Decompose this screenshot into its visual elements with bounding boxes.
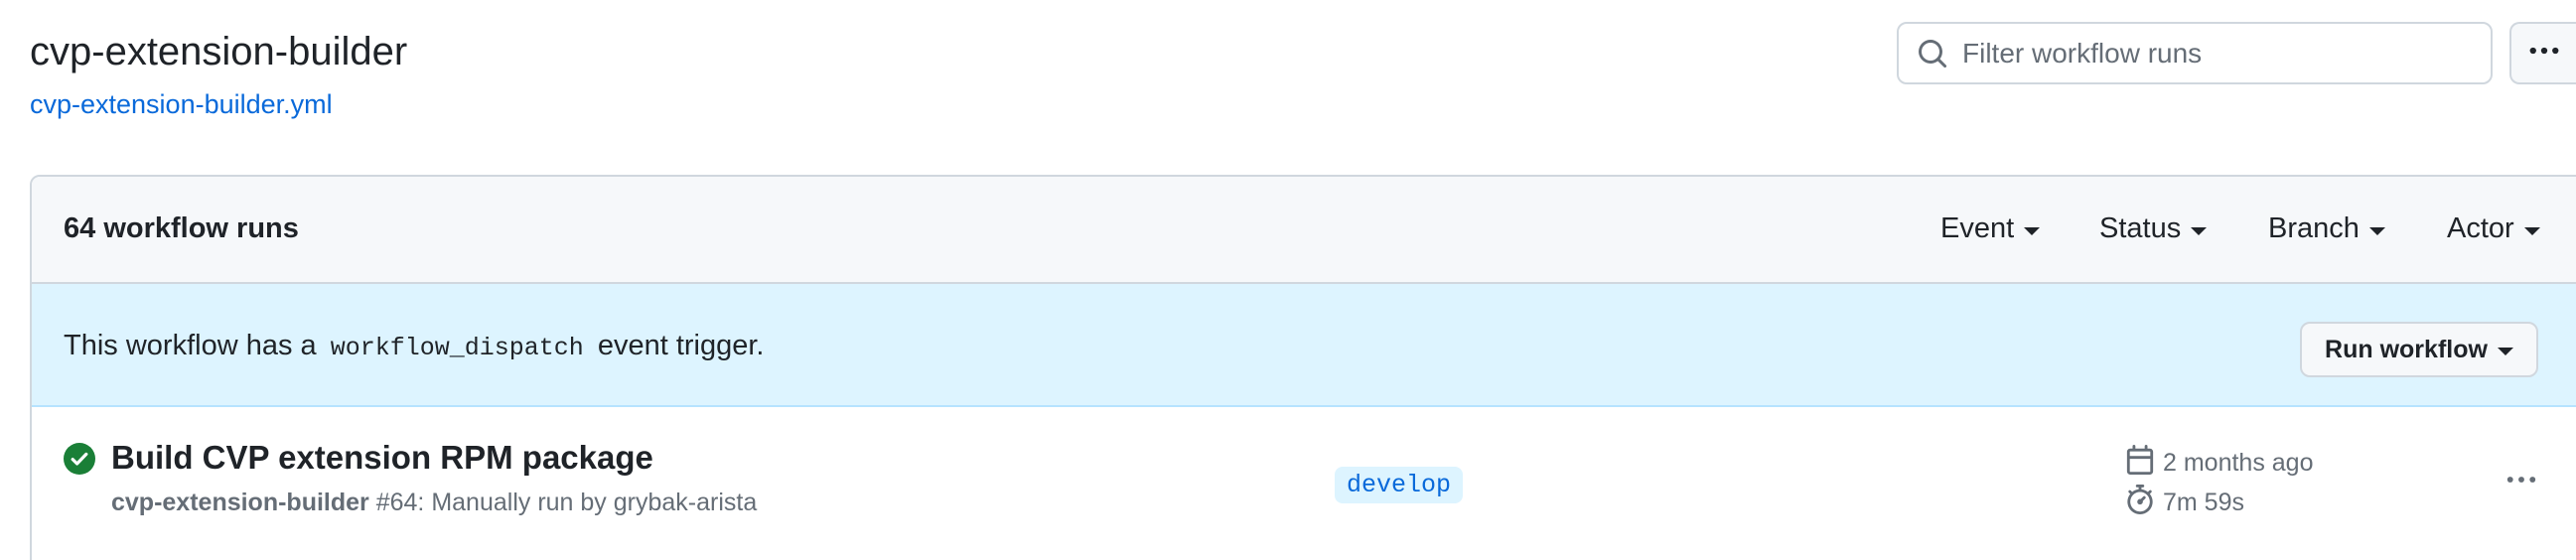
run-more-button[interactable] — [2497, 457, 2546, 506]
triangle-down-icon — [2191, 226, 2208, 235]
event-filter-button[interactable]: Event — [1940, 212, 2041, 245]
workflow-title: cvp-extension-builder — [30, 30, 408, 73]
triangle-down-icon — [2024, 226, 2041, 235]
filter-runs-input[interactable] — [1962, 37, 2479, 70]
workflow-header: cvp-extension-builder cvp-extension-buil… — [0, 0, 2576, 169]
run-title-link[interactable]: Build CVP extension RPM package — [111, 439, 653, 477]
banner-event-code: workflow_dispatch — [330, 334, 584, 362]
workflow-runs-box: 64 workflow runs Event Status Branch Act… — [30, 175, 2576, 560]
workflow-run-row[interactable]: Build CVP extension RPM package cvp-exte… — [32, 407, 2576, 556]
branch-badge[interactable]: develop — [1335, 467, 1464, 503]
triangle-down-icon — [2368, 226, 2385, 235]
banner-text-after: event trigger. — [597, 330, 765, 361]
status-filter-button[interactable]: Status — [2099, 212, 2208, 245]
search-icon — [1913, 34, 1952, 73]
kebab-horizontal-icon — [2504, 462, 2539, 502]
run-meta: cvp-extension-builder #64: Manually run … — [111, 489, 757, 517]
status-filter-label: Status — [2099, 212, 2182, 244]
run-info: #64: Manually run by grybak-arista — [375, 489, 758, 516]
workflow-file-link[interactable]: cvp-extension-builder.yml — [30, 89, 333, 120]
run-workflow-name: cvp-extension-builder — [111, 489, 369, 516]
check-circle-fill-icon — [64, 443, 95, 475]
run-date: 2 months ago — [2125, 445, 2314, 482]
stopwatch-icon — [2125, 485, 2163, 521]
run-workflow-button[interactable]: Run workflow — [2300, 322, 2538, 377]
workflow-more-button[interactable] — [2509, 22, 2576, 84]
triangle-down-icon — [2497, 348, 2513, 355]
calendar-icon — [2125, 445, 2163, 482]
banner-text: This workflow has a workflow_dispatch ev… — [64, 330, 764, 362]
run-time-ago: 2 months ago — [2163, 449, 2314, 477]
branch-filter-button[interactable]: Branch — [2268, 212, 2385, 245]
banner-text-before: This workflow has a — [64, 330, 317, 361]
branch-filter-label: Branch — [2268, 212, 2360, 244]
actor-filter-label: Actor — [2447, 212, 2514, 244]
kebab-horizontal-icon — [2526, 33, 2562, 73]
run-duration-value: 7m 59s — [2163, 489, 2244, 516]
runs-count: 64 workflow runs — [64, 212, 299, 244]
triangle-down-icon — [2523, 226, 2540, 235]
event-filter-label: Event — [1940, 212, 2015, 244]
filter-runs-field[interactable] — [1897, 22, 2493, 84]
runs-box-header: 64 workflow runs Event Status Branch Act… — [32, 177, 2576, 284]
workflow-dispatch-banner: This workflow has a workflow_dispatch ev… — [32, 284, 2576, 407]
run-duration: 7m 59s — [2125, 485, 2244, 521]
actor-filter-button[interactable]: Actor — [2447, 212, 2540, 245]
run-workflow-label: Run workflow — [2325, 335, 2488, 363]
